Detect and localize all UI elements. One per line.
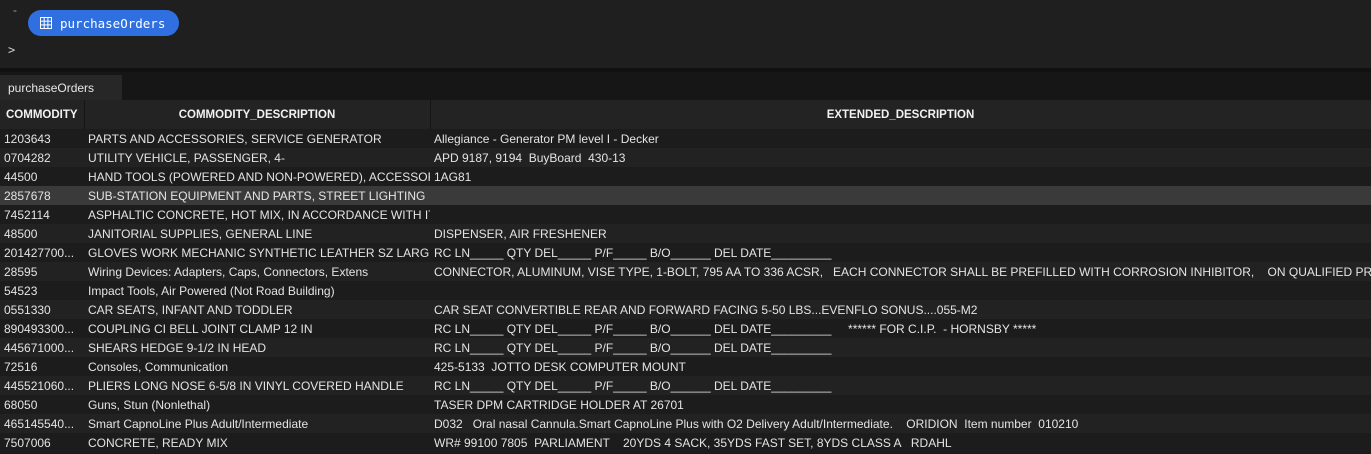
cell-extended-description[interactable] xyxy=(430,205,1371,224)
cell-extended-description[interactable]: RC LN_____ QTY DEL_____ P/F_____ B/O____… xyxy=(430,243,1371,262)
cell-extended-description[interactable]: RC LN_____ QTY DEL_____ P/F_____ B/O____… xyxy=(430,376,1371,395)
cell-commodity-description[interactable]: PLIERS LONG NOSE 6-5/8 IN VINYL COVERED … xyxy=(84,376,430,395)
column-header-commodity-description[interactable]: COMMODITY_DESCRIPTION xyxy=(84,100,431,129)
cell-commodity-description[interactable]: COUPLING CI BELL JOINT CLAMP 12 IN xyxy=(84,319,430,338)
table-row[interactable]: 465145540... Smart CapnoLine Plus Adult/I… xyxy=(0,414,1371,433)
cell-commodity-description[interactable]: ASPHALTIC CONCRETE, HOT MIX, IN ACCORDAN… xyxy=(84,205,430,224)
query-prompt[interactable]: > xyxy=(8,43,15,57)
cell-commodity[interactable]: 201427700... xyxy=(0,243,84,262)
cell-commodity-description[interactable]: SUB-STATION EQUIPMENT AND PARTS, STREET … xyxy=(84,186,430,205)
tab-purchaseorders[interactable]: purchaseOrders xyxy=(0,75,123,100)
cell-commodity[interactable]: 68050 xyxy=(0,395,84,414)
cell-commodity[interactable]: 890493300... xyxy=(0,319,84,338)
cell-extended-description[interactable]: 425-5133 JOTTO DESK COMPUTER MOUNT xyxy=(430,357,1371,376)
cell-extended-description[interactable] xyxy=(430,281,1371,300)
cell-extended-description[interactable]: WR# 99100 7805 PARLIAMENT 20YDS 4 SACK, … xyxy=(430,433,1371,452)
cell-commodity[interactable]: 2857678 xyxy=(0,186,84,205)
table-row[interactable]: 7452114 ASPHALTIC CONCRETE, HOT MIX, IN A… xyxy=(0,205,1371,224)
cell-commodity-description[interactable]: HAND TOOLS (POWERED AND NON-POWERED), AC… xyxy=(84,167,430,186)
table-row[interactable]: 890493300... COUPLING CI BELL JOINT CLAMP… xyxy=(0,319,1371,338)
column-header-commodity[interactable]: COMMODITY xyxy=(0,100,85,129)
cell-commodity[interactable]: 445521060... xyxy=(0,376,84,395)
cell-extended-description[interactable]: CAR SEAT CONVERTIBLE REAR AND FORWARD FA… xyxy=(430,300,1371,319)
cell-commodity[interactable]: 1203643 xyxy=(0,129,84,148)
cell-commodity[interactable]: 28595 xyxy=(0,262,84,281)
cell-extended-description[interactable]: CONNECTOR, ALUMINUM, VISE TYPE, 1-BOLT, … xyxy=(430,262,1371,281)
cell-extended-description[interactable]: DISPENSER, AIR FRESHENER xyxy=(430,224,1371,243)
table-row[interactable]: 68050 Guns, Stun (Nonlethal) TASER DPM CAR… xyxy=(0,395,1371,414)
cell-commodity[interactable]: 445671000... xyxy=(0,338,84,357)
cell-commodity-description[interactable]: CONCRETE, READY MIX xyxy=(84,433,430,452)
cell-commodity[interactable]: 7452114 xyxy=(0,205,84,224)
header-row: COMMODITY COMMODITY_DESCRIPTION EXTENDED… xyxy=(0,100,1371,129)
table-chip[interactable]: purchaseOrders xyxy=(28,10,180,36)
table-row[interactable]: 28595 Wiring Devices: Adapters, Caps, Con… xyxy=(0,262,1371,281)
cell-commodity[interactable]: 7507006 xyxy=(0,433,84,452)
cell-extended-description[interactable]: RC LN_____ QTY DEL_____ P/F_____ B/O____… xyxy=(430,319,1371,338)
column-header-extended-description[interactable]: EXTENDED_DESCRIPTION xyxy=(430,100,1371,129)
table-row[interactable]: 201427700... GLOVES WORK MECHANIC SYNTHET… xyxy=(0,243,1371,262)
cell-extended-description[interactable]: D032 Oral nasal Cannula.Smart CapnoLine … xyxy=(430,414,1371,433)
table-row[interactable]: 48500 JANITORIAL SUPPLIES, GENERAL LINE DI… xyxy=(0,224,1371,243)
cell-commodity-description[interactable]: UTILITY VEHICLE, PASSENGER, 4- xyxy=(84,148,430,167)
table-icon xyxy=(40,17,52,29)
cell-commodity-description[interactable]: JANITORIAL SUPPLIES, GENERAL LINE xyxy=(84,224,430,243)
cell-commodity-description[interactable]: Impact Tools, Air Powered (Not Road Buil… xyxy=(84,281,430,300)
cell-commodity-description[interactable]: PARTS AND ACCESSORIES, SERVICE GENERATOR xyxy=(84,129,430,148)
cell-extended-description[interactable] xyxy=(430,186,1371,205)
collapse-toggle[interactable]: - xyxy=(13,4,17,16)
cell-commodity[interactable]: 465145540... xyxy=(0,414,84,433)
query-editor: - purchaseOrders > xyxy=(0,0,1371,68)
results-tab-strip: purchaseOrders xyxy=(0,72,1371,100)
table-row[interactable]: 1203643 PARTS AND ACCESSORIES, SERVICE GE… xyxy=(0,129,1371,148)
table-row[interactable]: 72516 Consoles, Communication 425-5133 JOT… xyxy=(0,357,1371,376)
table-row[interactable]: 2857678 SUB-STATION EQUIPMENT AND PARTS, … xyxy=(0,186,1371,205)
cell-commodity[interactable]: 0551330 xyxy=(0,300,84,319)
cell-commodity-description[interactable]: Guns, Stun (Nonlethal) xyxy=(84,395,430,414)
cell-commodity[interactable]: 48500 xyxy=(0,224,84,243)
table-row[interactable]: 7507006 CONCRETE, READY MIX WR# 99100 7805… xyxy=(0,433,1371,452)
table-row[interactable]: 54523 Impact Tools, Air Powered (Not Road… xyxy=(0,281,1371,300)
table-row[interactable]: 44500 HAND TOOLS (POWERED AND NON-POWERED… xyxy=(0,167,1371,186)
table-row[interactable]: 445671000... SHEARS HEDGE 9-1/2 IN HEAD RC… xyxy=(0,338,1371,357)
cell-commodity-description[interactable]: SHEARS HEDGE 9-1/2 IN HEAD xyxy=(84,338,430,357)
table-chip-label: purchaseOrders xyxy=(60,15,166,31)
cell-commodity[interactable]: 44500 xyxy=(0,167,84,186)
cell-extended-description[interactable]: APD 9187, 9194 BuyBoard 430-13 xyxy=(430,148,1371,167)
cell-extended-description[interactable]: RC LN_____ QTY DEL_____ P/F_____ B/O____… xyxy=(430,338,1371,357)
results-grid: COMMODITY COMMODITY_DESCRIPTION EXTENDED… xyxy=(0,100,1371,452)
cell-extended-description[interactable]: Allegiance - Generator PM level I - Deck… xyxy=(430,129,1371,148)
results-table: COMMODITY COMMODITY_DESCRIPTION EXTENDED… xyxy=(0,100,1371,452)
table-row[interactable]: 445521060... PLIERS LONG NOSE 6-5/8 IN VI… xyxy=(0,376,1371,395)
table-row[interactable]: 0551330 CAR SEATS, INFANT AND TODDLER CAR … xyxy=(0,300,1371,319)
cell-commodity-description[interactable]: Smart CapnoLine Plus Adult/Intermediate xyxy=(84,414,430,433)
cell-commodity[interactable]: 54523 xyxy=(0,281,84,300)
cell-commodity-description[interactable]: CAR SEATS, INFANT AND TODDLER xyxy=(84,300,430,319)
table-row[interactable]: 0704282 UTILITY VEHICLE, PASSENGER, 4- APD… xyxy=(0,148,1371,167)
cell-commodity[interactable]: 72516 xyxy=(0,357,84,376)
cell-commodity[interactable]: 0704282 xyxy=(0,148,84,167)
cell-commodity-description[interactable]: GLOVES WORK MECHANIC SYNTHETIC LEATHER S… xyxy=(84,243,430,262)
cell-extended-description[interactable]: 1AG81 xyxy=(430,167,1371,186)
cell-commodity-description[interactable]: Wiring Devices: Adapters, Caps, Connecto… xyxy=(84,262,430,281)
cell-commodity-description[interactable]: Consoles, Communication xyxy=(84,357,430,376)
cell-extended-description[interactable]: TASER DPM CARTRIDGE HOLDER AT 26701 xyxy=(430,395,1371,414)
